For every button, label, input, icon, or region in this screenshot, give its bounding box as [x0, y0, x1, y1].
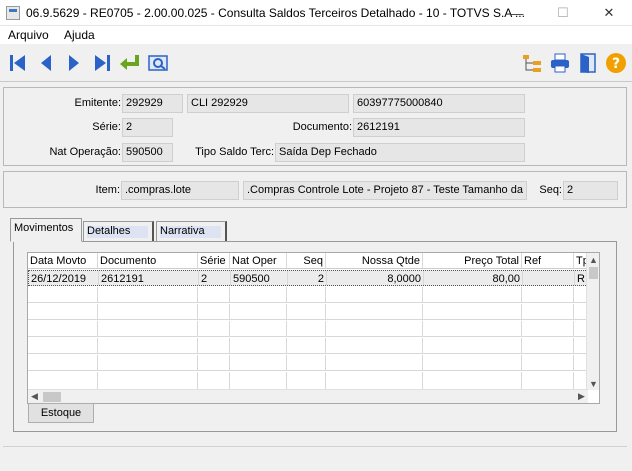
tab-movimentos[interactable]: Movimentos: [10, 218, 82, 242]
previous-record-button[interactable]: [34, 51, 58, 75]
print-button[interactable]: [548, 51, 572, 75]
tab-movimentos-label: Movimentos: [14, 222, 74, 234]
first-icon: [10, 55, 25, 71]
emitente-label: Emitente:: [74, 97, 121, 109]
cell-preco-total: 80,00: [424, 271, 523, 285]
serie-field[interactable]: 2: [122, 118, 173, 137]
toolbar: ?: [0, 45, 632, 82]
tipo-saldo-label: Tipo Saldo Terc:: [195, 146, 274, 158]
cell-ref: [523, 271, 575, 285]
emitente-cnpj-field[interactable]: 60397775000840: [353, 94, 525, 113]
vertical-scrollbar[interactable]: ▲ ▼: [586, 253, 599, 390]
cell-serie: 2: [199, 271, 231, 285]
emitente-name-field[interactable]: CLI 292929: [187, 94, 349, 113]
table-row[interactable]: [28, 338, 594, 354]
nat-operacao-label: Nat Operação:: [49, 146, 121, 158]
previous-icon: [41, 55, 51, 71]
help-icon: ?: [606, 53, 626, 73]
status-bar: [3, 446, 627, 466]
menu-bar: Arquivo Ajuda: [0, 26, 632, 44]
last-record-button[interactable]: [90, 51, 114, 75]
documento-label: Documento:: [292, 121, 352, 133]
first-record-button[interactable]: [6, 51, 30, 75]
search-icon: [148, 55, 168, 71]
table-row[interactable]: [28, 304, 594, 320]
horizontal-scrollbar[interactable]: ◀ ▶: [28, 389, 588, 403]
exit-button[interactable]: [576, 51, 600, 75]
last-icon: [95, 55, 110, 71]
column-header[interactable]: Data Movto: [28, 253, 98, 268]
cell-nossa-qtde: 8,0000: [327, 271, 424, 285]
scroll-up-icon[interactable]: ▲: [587, 253, 599, 266]
item-code-field[interactable]: .compras.lote: [121, 181, 239, 200]
minimize-button[interactable]: —: [494, 0, 540, 26]
cell-nat-oper: 590500: [231, 271, 288, 285]
tab-detalhes[interactable]: Detalhes: [83, 221, 154, 242]
item-label: Item:: [95, 184, 120, 196]
item-description-field[interactable]: .Compras Controle Lote - Projeto 87 - Te…: [243, 181, 527, 200]
seq-label: Seq:: [539, 184, 562, 196]
vertical-scroll-thumb[interactable]: [589, 267, 598, 279]
emitente-code-field[interactable]: 292929: [122, 94, 183, 113]
table-row[interactable]: [28, 287, 594, 303]
movimentos-grid[interactable]: Data Movto Documento Série Nat Oper Seq …: [27, 252, 600, 404]
cell-data-movto: 26/12/2019: [29, 271, 99, 285]
column-header[interactable]: Preço Total: [423, 253, 522, 268]
app-icon: [6, 6, 20, 20]
estoque-button[interactable]: Estoque: [28, 403, 94, 423]
column-header[interactable]: Série: [198, 253, 230, 268]
tree-view-button[interactable]: [520, 51, 544, 75]
close-button[interactable]: ✕: [586, 0, 632, 26]
next-record-button[interactable]: [62, 51, 86, 75]
menu-arquivo[interactable]: Arquivo: [8, 28, 49, 42]
cell-documento: 2612191: [99, 271, 199, 285]
horizontal-scroll-thumb[interactable]: [43, 392, 61, 402]
go-to-button[interactable]: [118, 51, 142, 75]
table-row[interactable]: [28, 355, 594, 371]
table-row[interactable]: [28, 321, 594, 337]
scroll-down-icon[interactable]: ▼: [587, 377, 599, 390]
column-header[interactable]: Nossa Qtde: [326, 253, 423, 268]
serie-label: Série:: [92, 121, 121, 133]
column-header[interactable]: Nat Oper: [230, 253, 287, 268]
nat-operacao-field[interactable]: 590500: [122, 143, 173, 162]
documento-field[interactable]: 2612191: [353, 118, 525, 137]
search-button[interactable]: [146, 51, 170, 75]
tree-icon: [523, 55, 541, 72]
column-header[interactable]: Seq: [287, 253, 326, 268]
maximize-button[interactable]: ☐: [540, 0, 586, 26]
column-header[interactable]: Ref: [522, 253, 574, 268]
item-panel: Item: .compras.lote .Compras Controle Lo…: [3, 171, 627, 208]
column-header[interactable]: Documento: [98, 253, 198, 268]
tipo-saldo-field[interactable]: Saída Dep Fechado: [275, 143, 525, 162]
table-row[interactable]: 26/12/2019 2612191 2 590500 2 8,0000 80,…: [28, 270, 595, 286]
printer-icon: [551, 53, 569, 73]
exit-door-icon: [580, 53, 596, 73]
window-title: 06.9.5629 - RE0705 - 2.00.00.025 - Consu…: [26, 6, 525, 20]
title-bar: 06.9.5629 - RE0705 - 2.00.00.025 - Consu…: [0, 0, 632, 26]
scroll-right-icon[interactable]: ▶: [575, 390, 588, 403]
svg-text:?: ?: [612, 56, 620, 72]
table-row[interactable]: [28, 372, 594, 390]
menu-ajuda[interactable]: Ajuda: [64, 28, 95, 42]
tab-detalhes-label: Detalhes: [87, 225, 131, 237]
cell-seq: 2: [288, 271, 327, 285]
tab-narrativa[interactable]: Narrativa: [156, 221, 227, 242]
enter-arrow-icon: [120, 55, 139, 70]
help-button[interactable]: ?: [604, 51, 628, 75]
header-panel: Emitente: 292929 CLI 292929 603977750008…: [3, 87, 627, 166]
next-icon: [69, 55, 79, 71]
movimentos-panel: Data Movto Documento Série Nat Oper Seq …: [13, 241, 617, 432]
scroll-left-icon[interactable]: ◀: [28, 390, 41, 403]
seq-field[interactable]: 2: [563, 181, 618, 200]
grid-header: Data Movto Documento Série Nat Oper Seq …: [28, 253, 594, 269]
tab-narrativa-label: Narrativa: [160, 225, 205, 237]
